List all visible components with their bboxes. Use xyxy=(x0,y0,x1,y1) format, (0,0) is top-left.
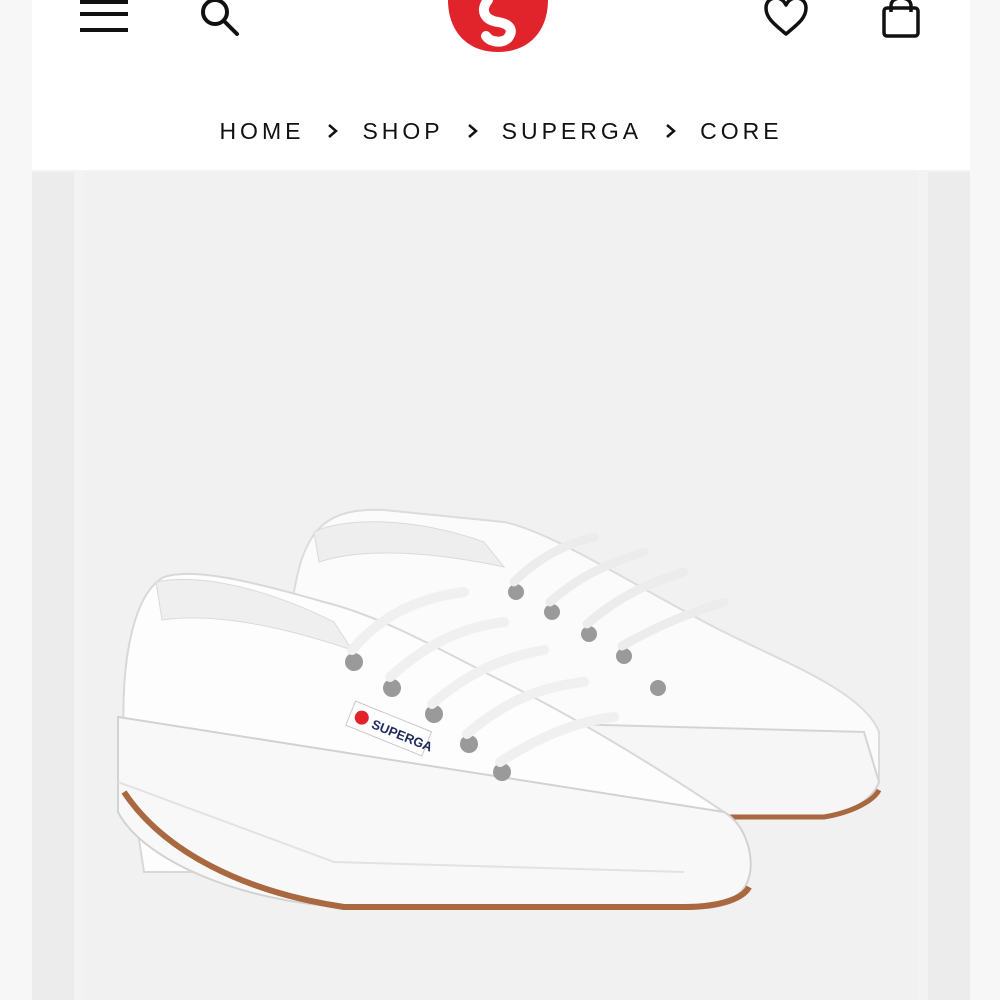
chevron-right-icon xyxy=(467,124,478,138)
search-icon[interactable] xyxy=(197,0,241,40)
page-edge-right xyxy=(970,0,1000,1000)
hamburger-menu-icon[interactable] xyxy=(78,0,130,40)
page-edge-left xyxy=(0,0,32,1000)
heart-icon[interactable] xyxy=(762,0,810,40)
chevron-right-icon xyxy=(328,124,339,138)
breadcrumb-core[interactable]: CORE xyxy=(700,118,782,145)
sneakers-illustration: SUPERGA xyxy=(117,508,882,910)
chevron-right-icon xyxy=(666,124,677,138)
breadcrumb-shop[interactable]: SHOP xyxy=(362,118,443,145)
superga-logo[interactable] xyxy=(444,0,552,56)
breadcrumb-superga[interactable]: SUPERGA xyxy=(502,118,642,145)
shopping-bag-icon[interactable] xyxy=(879,0,923,44)
breadcrumb: HOME SHOP SUPERGA CORE xyxy=(32,116,970,146)
breadcrumb-home[interactable]: HOME xyxy=(219,118,304,145)
product-image[interactable]: SUPERGA xyxy=(84,172,918,1000)
carousel-next-image[interactable] xyxy=(928,172,970,1000)
site-header: HOME SHOP SUPERGA CORE xyxy=(32,0,970,170)
carousel-prev-image[interactable] xyxy=(32,172,74,1000)
